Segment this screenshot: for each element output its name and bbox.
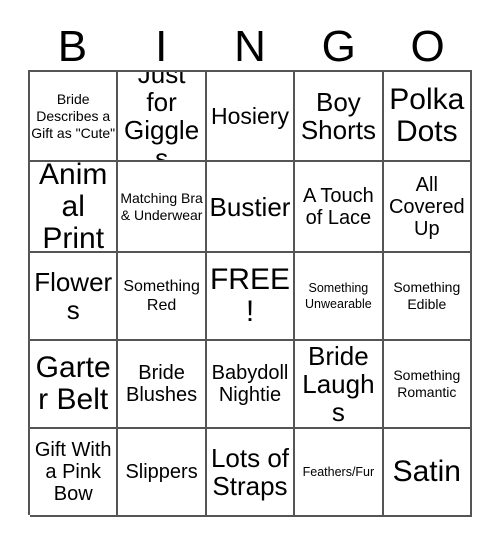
bingo-cell-i5[interactable]: Slippers [118, 429, 207, 517]
bingo-header-letter-i: I [155, 22, 168, 71]
bingo-cell-label: Animal Print [39, 162, 108, 253]
bingo-cell-o5[interactable]: Satin [383, 429, 472, 517]
bingo-cell-g5[interactable]: Feathers/Fur [295, 429, 384, 517]
bingo-cell-o4[interactable]: Something Romantic [383, 341, 472, 429]
bingo-cell-n2[interactable]: Bustier [206, 162, 296, 253]
bingo-cell-label: Polka Dots [389, 83, 465, 148]
bingo-cell-label: All Covered Up [388, 173, 465, 240]
bingo-cell-b3[interactable]: Flowers [30, 253, 119, 341]
bingo-cell-g3[interactable]: Something Unwearable [295, 253, 384, 341]
bingo-cell-label: Bride Describes a Gift as "Cute" [31, 90, 116, 141]
bingo-cell-label: FREE! [209, 263, 290, 328]
bingo-header-letter-n: N [234, 22, 266, 71]
bingo-header-letter-o: O [410, 22, 445, 71]
bingo-cell-n5[interactable]: Lots of Straps [206, 429, 296, 517]
bingo-cell-b4[interactable]: Garter Belt [30, 341, 119, 429]
bingo-cell-label: Flowers [34, 267, 113, 325]
bingo-cell-i1[interactable]: Just for Giggles [118, 72, 207, 162]
bingo-cell-label: Something Unwearable [305, 281, 372, 311]
bingo-cell-g4[interactable]: Bride Laughs [295, 341, 384, 429]
bingo-cell-label: Gift With a Pink Bow [34, 439, 112, 505]
bingo-cell-label: Satin [392, 455, 461, 488]
bingo-cell-label: Just for Giggles [124, 72, 200, 162]
bingo-cell-n4[interactable]: Babydoll Nightie [206, 341, 296, 429]
bingo-cell-b1[interactable]: Bride Describes a Gift as "Cute" [30, 72, 119, 162]
bingo-cell-n1[interactable]: Hosiery [206, 72, 296, 162]
bingo-cell-label: Bustier [209, 191, 291, 222]
bingo-cell-label: Bride Laughs [302, 341, 375, 427]
bingo-cell-label: Slippers [125, 461, 198, 483]
bingo-grid: Bride Describes a Gift as "Cute" Just fo… [28, 70, 472, 517]
bingo-cell-i2[interactable]: Matching Bra & Underwear [118, 162, 207, 253]
bingo-cell-i4[interactable]: Bride Blushes [118, 341, 207, 429]
bingo-header-letter-b: B [57, 22, 88, 71]
bingo-card: B I N G O Bride Describes a Gift as "Cut… [0, 0, 500, 544]
bingo-cell-label: Something Edible [393, 279, 461, 312]
bingo-cell-label: Hosiery [211, 102, 289, 129]
bingo-cell-g2[interactable]: A Touch of Lace [295, 162, 384, 253]
bingo-cell-o2[interactable]: All Covered Up [383, 162, 472, 253]
bingo-cell-label: A Touch of Lace [302, 184, 374, 229]
bingo-cell-label: Something Romantic [393, 367, 461, 400]
bingo-cell-label: Matching Bra & Underwear [120, 189, 203, 223]
bingo-header-letter-g: G [321, 22, 356, 71]
bingo-cell-label: Bride Blushes [126, 362, 198, 406]
bingo-cell-g1[interactable]: Boy Shorts [295, 72, 384, 162]
bingo-cell-o1[interactable]: Polka Dots [383, 72, 472, 162]
bingo-cell-label: Boy Shorts [300, 87, 376, 145]
bingo-cell-label: Babydoll Nightie [211, 362, 289, 406]
bingo-cell-o3[interactable]: Something Edible [383, 253, 472, 341]
bingo-cell-free-space[interactable]: FREE! [206, 253, 296, 341]
bingo-header-row: B I N G O [28, 14, 472, 70]
bingo-cell-label: Garter Belt [35, 351, 111, 416]
bingo-cell-i3[interactable]: Something Red [118, 253, 207, 341]
bingo-cell-label: Lots of Straps [210, 443, 290, 501]
bingo-cell-b2[interactable]: Animal Print [30, 162, 119, 253]
bingo-cell-label: Something Red [123, 278, 200, 314]
bingo-cell-label: Feathers/Fur [302, 465, 375, 479]
bingo-cell-b5[interactable]: Gift With a Pink Bow [30, 429, 119, 517]
